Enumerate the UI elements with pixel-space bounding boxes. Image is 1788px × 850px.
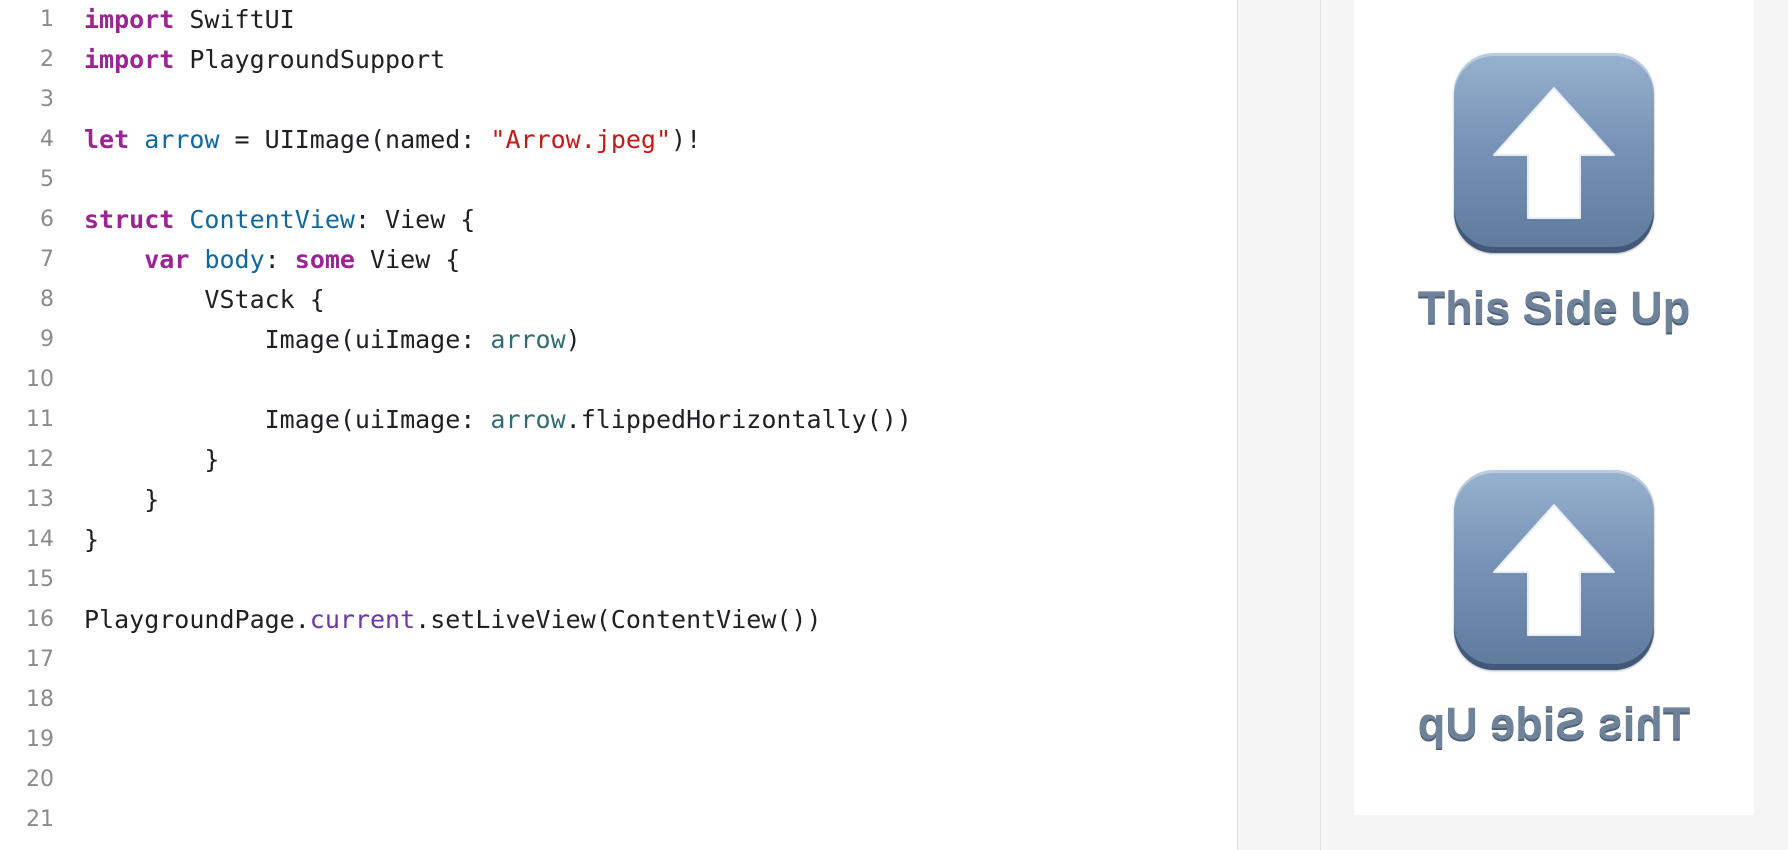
code-token: some: [294, 245, 355, 274]
line-number: 3: [40, 87, 54, 112]
code-line[interactable]: 20: [0, 760, 1237, 800]
code-text: }: [84, 520, 99, 560]
code-token: ): [565, 325, 581, 354]
line-number: 21: [26, 807, 54, 832]
code-text: VStack {: [84, 280, 325, 320]
line-number: 12: [26, 447, 54, 472]
code-line[interactable]: 14}: [0, 520, 1237, 560]
code-line[interactable]: 10: [0, 360, 1237, 400]
code-line[interactable]: 17: [0, 640, 1237, 680]
line-number: 14: [26, 527, 54, 552]
code-token: arrow: [490, 325, 566, 354]
code-token: VStack {: [84, 285, 325, 314]
line-number: 15: [26, 567, 54, 592]
sign-caption-top: This Side Up: [1417, 282, 1691, 333]
code-text: import SwiftUI: [84, 0, 295, 40]
code-token: arrow: [144, 125, 220, 154]
code-text: PlaygroundPage.current.setLiveView(Conte…: [84, 600, 822, 640]
line-number: 2: [40, 47, 54, 72]
line-number: 19: [26, 727, 54, 752]
code-token: .setLiveView(ContentView()): [415, 605, 822, 634]
code-text: Image(uiImage: arrow.flippedHorizontally…: [84, 400, 912, 440]
code-token: ContentView: [189, 205, 355, 234]
code-token: SwiftUI: [174, 5, 295, 34]
line-number: 7: [40, 247, 54, 272]
code-token: :: [264, 245, 295, 274]
code-line[interactable]: 15: [0, 560, 1237, 600]
code-token: Image(uiImage:: [84, 325, 491, 354]
line-number: 9: [40, 327, 54, 352]
code-text: struct ContentView: View {: [84, 200, 475, 240]
code-line[interactable]: 12 }: [0, 440, 1237, 480]
code-text: let arrow = UIImage(named: "Arrow.jpeg")…: [84, 120, 701, 160]
code-token: PlaygroundSupport: [174, 45, 446, 74]
code-line[interactable]: 21: [0, 800, 1237, 840]
line-number: 10: [26, 367, 54, 392]
code-token: .flippedHorizontally()): [565, 405, 912, 434]
code-token: Image(uiImage:: [84, 405, 491, 434]
line-number: 13: [26, 487, 54, 512]
code-text: var body: some View {: [84, 240, 460, 280]
up-arrow-icon: [1454, 53, 1654, 253]
live-view: This Side Up This Side Up: [1354, 0, 1754, 815]
code-token: "Arrow.jpeg": [490, 125, 672, 154]
code-line[interactable]: 3: [0, 80, 1237, 120]
code-line[interactable]: 1 import SwiftUI: [0, 0, 1237, 40]
line-number: 20: [26, 767, 54, 792]
results-gutter: [1237, 0, 1321, 850]
code-token: }: [84, 485, 160, 514]
code-token: struct: [84, 205, 175, 234]
code-line[interactable]: 6 struct ContentView: View {: [0, 200, 1237, 240]
code-line[interactable]: 19: [0, 720, 1237, 760]
line-number: 17: [26, 647, 54, 672]
code-token: }: [84, 525, 100, 554]
code-token: )!: [671, 125, 702, 154]
code-token: arrow: [490, 405, 566, 434]
line-number: 5: [40, 167, 54, 192]
line-number: 18: [26, 687, 54, 712]
code-token: let: [84, 125, 130, 154]
code-token: = UIImage(named:: [219, 125, 491, 154]
line-number: 6: [40, 207, 54, 232]
code-line[interactable]: 4 let arrow = UIImage(named: "Arrow.jpeg"…: [0, 120, 1237, 160]
line-number: 8: [40, 287, 54, 312]
code-token: View {: [354, 245, 461, 274]
code-line[interactable]: 18: [0, 680, 1237, 720]
code-token: }: [84, 445, 220, 474]
code-text: }: [84, 440, 219, 480]
code-token: import: [84, 45, 175, 74]
code-text: import PlaygroundSupport: [84, 40, 445, 80]
code-editor[interactable]: 1 import SwiftUI 2 import PlaygroundSupport…: [0, 0, 1310, 850]
code-token: PlaygroundPage.: [84, 605, 310, 634]
code-text: }: [84, 480, 159, 520]
code-line[interactable]: 8 VStack {: [0, 280, 1237, 320]
up-arrow-icon: [1454, 470, 1654, 670]
line-number: 11: [26, 407, 54, 432]
line-number: 4: [40, 127, 54, 152]
code-token: import: [84, 5, 175, 34]
code-line[interactable]: 11 Image(uiImage: arrow.flippedHorizonta…: [0, 400, 1237, 440]
code-token: var: [144, 245, 190, 274]
code-line[interactable]: 2 import PlaygroundSupport: [0, 40, 1237, 80]
code-line[interactable]: 13 }: [0, 480, 1237, 520]
code-token: current: [309, 605, 416, 634]
code-line[interactable]: 7 var body: some View {: [0, 240, 1237, 280]
line-number: 1: [40, 7, 54, 32]
code-token: : View {: [354, 205, 476, 234]
sign-caption-bottom-mirrored: This Side Up: [1417, 698, 1691, 749]
line-number: 16: [26, 607, 54, 632]
code-line[interactable]: 9 Image(uiImage: arrow): [0, 320, 1237, 360]
code-line[interactable]: 16 PlaygroundPage.current.setLiveView(Con…: [0, 600, 1237, 640]
code-line[interactable]: 5: [0, 160, 1237, 200]
code-token: body: [204, 245, 265, 274]
code-text: Image(uiImage: arrow): [84, 320, 581, 360]
